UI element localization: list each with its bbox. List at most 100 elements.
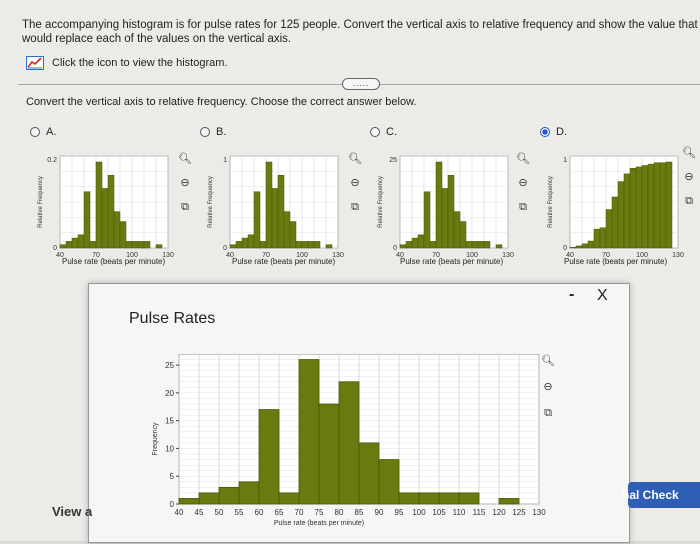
zoom-out-icon[interactable]: ⊖ (178, 176, 192, 190)
zoom-in-icon[interactable]: 🔍︎ (516, 152, 530, 166)
mini-bar (277, 174, 285, 249)
external-link-icon[interactable]: ⧉ (348, 200, 362, 214)
external-link-icon[interactable]: ⧉ (682, 194, 696, 208)
mini-bar (399, 244, 407, 249)
mini-y-zero-label: 0 (223, 245, 227, 252)
option-d-radio[interactable] (540, 127, 550, 137)
x-tick-label: 110 (453, 508, 466, 517)
mini-bar (665, 161, 673, 249)
mini-bar (477, 241, 485, 249)
histogram-bar (178, 498, 200, 505)
mini-bar (241, 237, 249, 249)
more-button[interactable]: ..... (342, 78, 380, 90)
check-answer-button[interactable]: nal Check (622, 482, 700, 508)
mini-bar (581, 243, 589, 249)
y-tick-label: 25 (165, 361, 174, 370)
external-link-icon[interactable]: ⧉ (541, 406, 555, 420)
histogram-bar (398, 492, 420, 505)
mini-bar (313, 241, 321, 249)
mini-bar (629, 168, 637, 249)
mini-bar (647, 163, 655, 249)
x-tick-label: 75 (315, 508, 324, 517)
mini-y-axis-label: Relative Frequency (208, 176, 214, 228)
mini-bar (465, 241, 473, 249)
quiz-page: The accompanying histogram is for pulse … (0, 0, 700, 543)
mini-bar (271, 188, 279, 249)
x-tick-label: 115 (473, 508, 486, 517)
mini-y-zero-label: 0 (53, 245, 57, 252)
mini-x-tick-label: 130 (672, 252, 684, 259)
mini-bar (253, 191, 261, 249)
zoom-out-icon[interactable]: ⊖ (516, 176, 530, 190)
mini-bar (247, 234, 255, 249)
x-tick-label: 45 (195, 508, 204, 517)
mini-bar (59, 244, 67, 249)
mini-bar (119, 221, 127, 249)
mini-bar (137, 241, 145, 249)
close-icon[interactable]: X (597, 287, 608, 305)
option-a-radio[interactable] (30, 127, 40, 137)
zoom-in-icon[interactable]: 🔍︎ (178, 152, 192, 166)
y-tick-label: 15 (165, 417, 174, 426)
mini-bar (641, 165, 649, 249)
zoom-in-icon[interactable]: 🔍︎ (348, 152, 362, 166)
mini-bar (295, 241, 303, 249)
external-link-icon[interactable]: ⧉ (178, 200, 192, 214)
y-tick-label: 10 (165, 444, 174, 453)
option-a-tools: 🔍︎ ⊖ ⧉ (178, 152, 192, 214)
mini-y-max-label: 0.2 (47, 157, 57, 164)
view-an-example-link[interactable]: View a (52, 504, 92, 519)
x-tick-label: 65 (275, 508, 284, 517)
option-a[interactable]: A. (30, 126, 56, 138)
mini-bar (611, 196, 619, 249)
option-a-letter: A. (46, 126, 57, 138)
chart-line-icon[interactable] (26, 56, 44, 70)
zoom-out-icon[interactable]: ⊖ (682, 170, 696, 184)
option-d-letter: D. (556, 126, 567, 138)
mini-bar (459, 221, 467, 249)
option-c[interactable]: C. (370, 126, 397, 138)
mini-bar (417, 234, 425, 249)
mini-bar (301, 241, 309, 249)
zoom-in-icon[interactable]: 🔍︎ (541, 354, 555, 368)
x-tick-label: 40 (175, 508, 184, 517)
zoom-out-icon[interactable]: ⊖ (348, 176, 362, 190)
mini-bar (617, 181, 625, 249)
option-c-radio[interactable] (370, 127, 380, 137)
mini-bar (143, 241, 151, 249)
x-tick-label: 105 (432, 508, 446, 517)
x-tick-label: 100 (412, 508, 426, 517)
mini-x-tick-label: 130 (502, 252, 514, 259)
option-b-chart: 1 0 Relative Frequency 40 70 100 130 (204, 150, 344, 262)
external-link-icon[interactable]: ⧉ (516, 200, 530, 214)
mini-bar (259, 241, 267, 249)
mini-bar (411, 237, 419, 249)
option-d[interactable]: D. (540, 126, 567, 138)
mini-bar (125, 241, 133, 249)
histogram-bar (458, 492, 480, 505)
option-b[interactable]: B. (200, 126, 226, 138)
x-tick-label: 55 (235, 508, 244, 517)
mini-y-axis-label: Relative Frequency (548, 176, 554, 228)
option-a-chart: 0.2 0 Relative Frequency 40 70 100 130 (34, 150, 174, 262)
mini-bar (283, 211, 291, 249)
option-b-radio[interactable] (200, 127, 210, 137)
mini-bar (435, 161, 443, 249)
zoom-out-icon[interactable]: ⊖ (541, 380, 555, 394)
view-histogram-link[interactable]: Click the icon to view the histogram. (26, 56, 227, 70)
minimize-icon[interactable]: - (569, 286, 574, 304)
zoom-in-icon[interactable]: 🔍︎ (682, 146, 696, 160)
mini-bar (107, 174, 115, 249)
pulse-rates-histogram: 051015202540 45 50 55 60 65 70 75 80 85 90 95 100 105… (152, 354, 546, 527)
mini-bar (101, 188, 109, 249)
mini-y-zero-label: 0 (393, 245, 397, 252)
mini-bar (77, 234, 85, 249)
mini-bar (89, 241, 97, 249)
option-c-histogram: 250Relative Frequency40 70 100 130 (378, 155, 514, 259)
mini-bar (659, 162, 667, 249)
mini-bar (635, 166, 643, 249)
option-d-xlabel: Pulse rate (beats per minute) (564, 257, 668, 266)
x-tick-label: 70 (295, 508, 304, 517)
option-d-chart: 1 0 Relative Frequency 40 70 100 130 (544, 150, 684, 262)
x-tick-label: 50 (215, 508, 224, 517)
